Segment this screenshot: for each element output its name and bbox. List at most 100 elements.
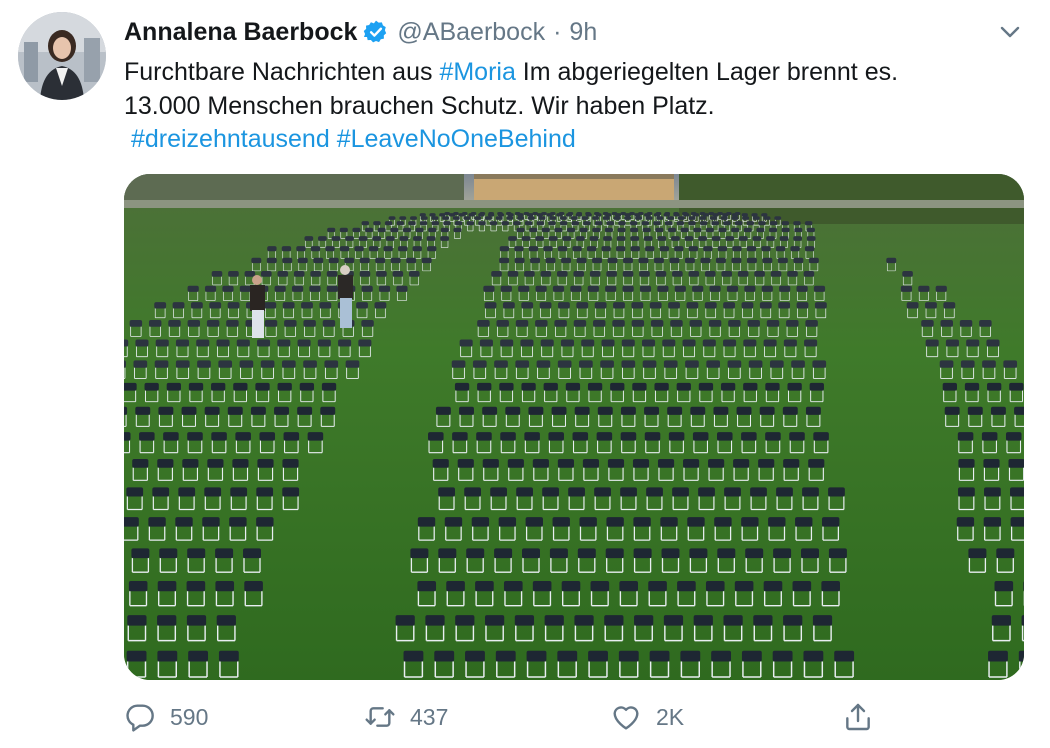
chair-seat xyxy=(524,270,535,277)
chair-seat xyxy=(774,216,782,220)
chair-seat xyxy=(653,221,661,226)
chair-seat xyxy=(600,360,614,368)
author-handle[interactable]: @ABaerbock xyxy=(397,18,545,47)
chair-seat xyxy=(500,432,516,441)
chair-seat xyxy=(505,406,521,415)
chair-seat xyxy=(451,360,466,368)
chair-seat xyxy=(390,227,399,233)
chair-seat xyxy=(942,382,957,391)
chair-seat xyxy=(834,650,855,662)
chair-seat xyxy=(632,382,647,391)
share-button[interactable] xyxy=(842,696,874,738)
reply-button[interactable]: 590 xyxy=(124,696,208,738)
chair-seat xyxy=(131,548,150,559)
chair-seat xyxy=(700,257,711,264)
chair-seat xyxy=(204,285,217,292)
chair-seat xyxy=(536,221,545,226)
chair-seat xyxy=(705,227,714,233)
chair-seat xyxy=(562,236,572,241)
chair-seat xyxy=(256,517,274,527)
chair-seat xyxy=(283,432,300,441)
chair-seat xyxy=(154,302,167,309)
chair-seat xyxy=(313,257,324,264)
chair-seat xyxy=(446,581,465,592)
author-name[interactable]: Annalena Baerbock xyxy=(124,18,357,47)
chair-seat xyxy=(540,339,554,347)
chair-seat xyxy=(821,581,840,592)
chair-seat xyxy=(743,339,757,347)
chair-seat xyxy=(557,459,574,468)
chair-seat xyxy=(752,236,762,241)
chair-seat xyxy=(317,339,331,347)
chair-seat xyxy=(419,221,428,226)
chair-seat xyxy=(244,270,256,277)
chair-seat xyxy=(471,517,490,527)
chair-seat xyxy=(738,236,748,241)
chair-seat xyxy=(190,302,203,309)
chair-seat xyxy=(358,339,372,347)
chair-seat xyxy=(639,285,652,292)
chair-seat xyxy=(206,320,220,327)
chair-seat xyxy=(687,517,705,527)
chair-seat xyxy=(425,615,445,626)
chair-seat xyxy=(585,213,592,217)
chair-seat xyxy=(540,270,552,277)
chair-seat xyxy=(204,487,222,497)
chair-seat xyxy=(453,227,462,233)
more-options-chevron-down-icon[interactable] xyxy=(996,20,1024,44)
chair-seat xyxy=(566,213,573,217)
chair-seat xyxy=(297,339,311,347)
chair-seat xyxy=(728,320,741,327)
chair-seat xyxy=(683,459,700,468)
chair-seat xyxy=(181,406,197,415)
chair-seat xyxy=(282,302,295,309)
hashtag-moria[interactable]: #Moria xyxy=(439,58,515,86)
hashtag-dreizehntausend[interactable]: #dreizehntausend xyxy=(131,125,330,153)
chair-seat xyxy=(344,257,355,264)
chair-seat xyxy=(239,285,251,292)
chair-seat xyxy=(768,227,778,233)
hashtag-leavenoonebehind[interactable]: #LeaveNoOneBehind xyxy=(337,125,576,153)
chair-seat xyxy=(809,382,824,391)
chair-seat xyxy=(644,432,661,441)
chair-seat xyxy=(747,320,760,327)
chair-seat xyxy=(128,581,148,592)
chair-seat xyxy=(597,406,613,415)
chair-seat xyxy=(297,257,308,264)
tweet-photo[interactable] xyxy=(124,174,1024,680)
chair-seat xyxy=(498,517,517,527)
tweet-timestamp[interactable]: 9h xyxy=(569,18,597,47)
chair-seat xyxy=(157,459,174,468)
chair-seat xyxy=(157,615,177,626)
chair-seat xyxy=(641,339,656,347)
chair-seat xyxy=(556,213,563,217)
chair-seat xyxy=(412,246,422,252)
chair-seat xyxy=(544,615,564,626)
chair-seat xyxy=(718,227,727,233)
chair-seat xyxy=(466,548,485,559)
chair-seat xyxy=(277,382,292,391)
chair-seat xyxy=(698,236,707,241)
chair-seat xyxy=(157,650,178,662)
chair-seat xyxy=(538,216,546,220)
like-button[interactable]: 2K xyxy=(610,696,684,738)
chair-seat xyxy=(326,270,338,277)
chair-seat xyxy=(410,216,417,220)
chair-seat xyxy=(444,517,463,527)
tweet-text-segment: Furchtbare Nachrichten aus xyxy=(124,58,440,86)
chair-seat xyxy=(139,432,155,441)
chair-seat xyxy=(530,257,541,264)
tweet-header: Annalena Baerbock @ABaerbock · 9h xyxy=(124,14,597,50)
chair-seat xyxy=(495,216,503,220)
chair-seat xyxy=(958,487,975,497)
chair-seat xyxy=(417,517,436,527)
chair-seat xyxy=(532,581,552,592)
chair-seat xyxy=(236,339,250,347)
chair-seat xyxy=(359,270,371,277)
chair-seat xyxy=(187,548,206,559)
tweet-text-line-1: Furchtbare Nachrichten aus #Moria Im abg… xyxy=(124,56,1024,90)
chair-seat xyxy=(979,320,992,327)
avatar[interactable] xyxy=(18,12,106,100)
tweet-text-segment: Im abgeriegelten Lager brennt es. xyxy=(515,58,899,86)
retweet-button[interactable]: 437 xyxy=(364,696,448,738)
